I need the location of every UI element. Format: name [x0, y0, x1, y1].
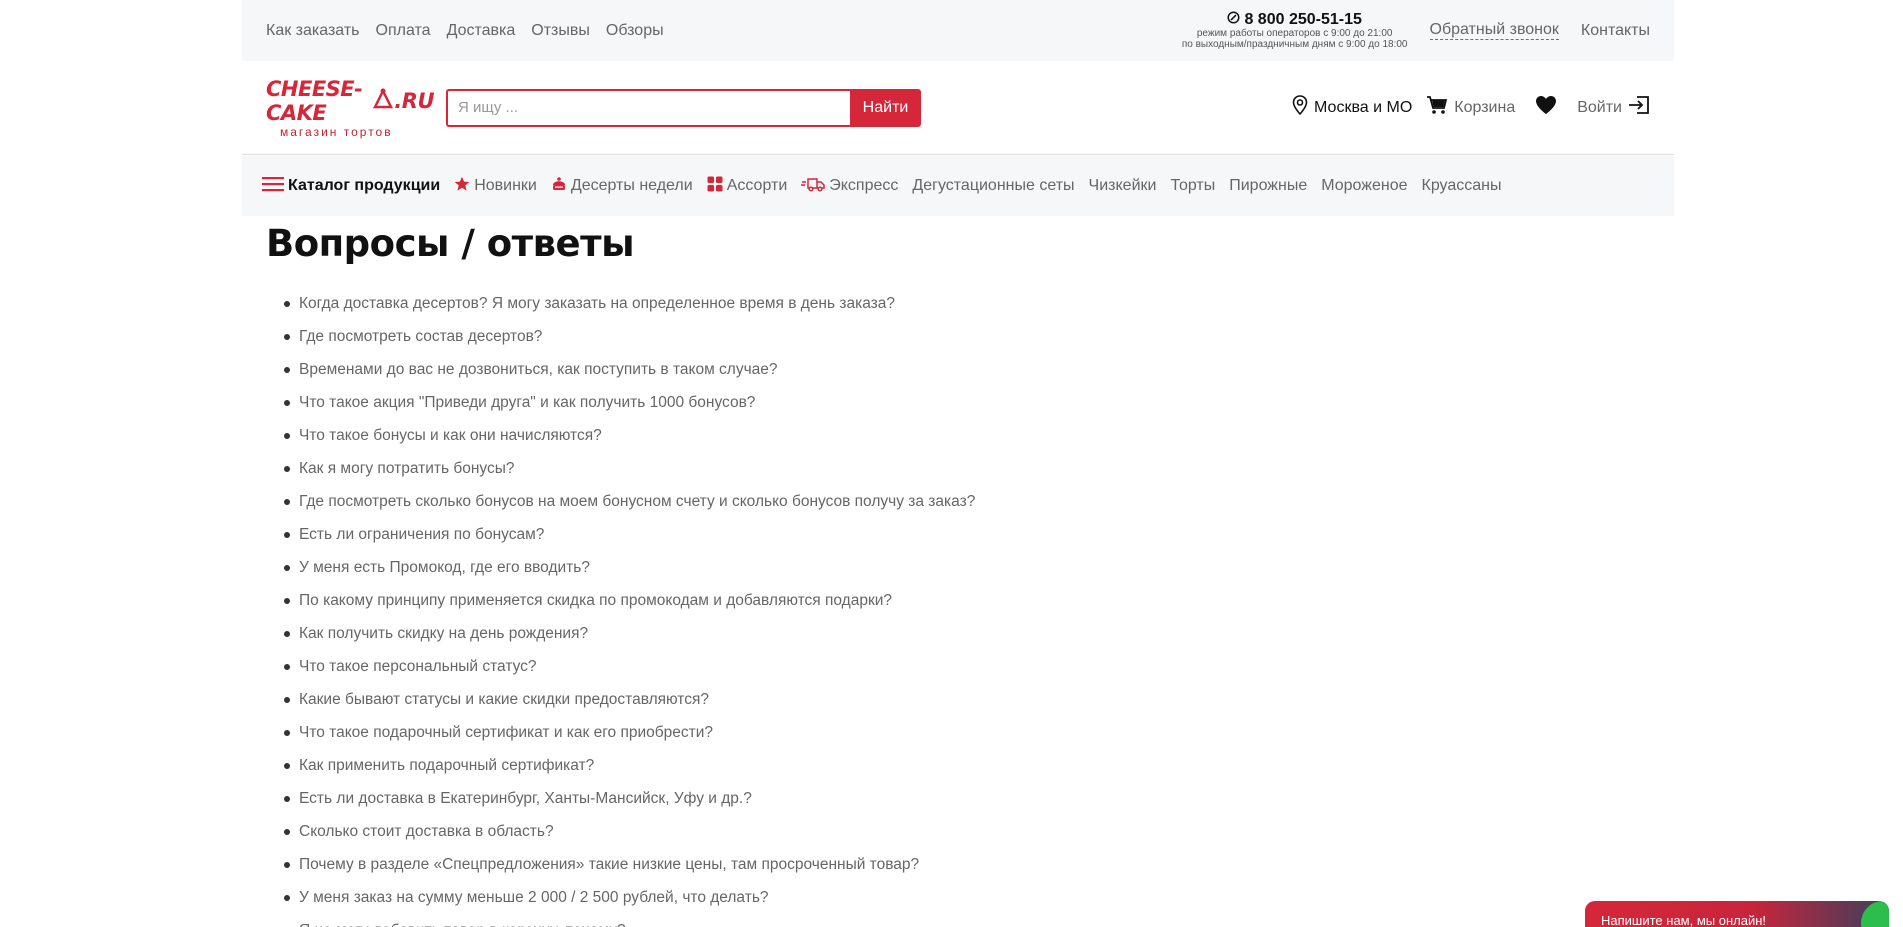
nav-item-new[interactable]: Новинки — [454, 176, 537, 197]
faq-question[interactable]: Сколько стоит доставка в область? — [284, 815, 1650, 848]
nav-item-cakes[interactable]: Торты — [1170, 177, 1215, 195]
nav-item-cheesecakes[interactable]: Чизкейки — [1089, 177, 1157, 195]
top-right: 8 800 250-51-15 режим работы операторов … — [1182, 11, 1650, 51]
nav-item-tasting-sets[interactable]: Дегустационные сеты — [912, 177, 1074, 195]
grid-icon — [707, 176, 723, 197]
hamburger-icon — [262, 176, 284, 197]
login-icon — [1628, 95, 1650, 120]
faq-question[interactable]: Где посмотреть сколько бонусов на моем б… — [284, 485, 1650, 518]
logo-tagline: магазин тортов — [280, 124, 393, 139]
favorites-link[interactable] — [1535, 95, 1557, 120]
nav-item-assorted[interactable]: Ассорти — [707, 176, 788, 197]
nav-item-pastries[interactable]: Пирожные — [1229, 177, 1307, 195]
city-label: Москва и МО — [1314, 98, 1413, 116]
login-link[interactable]: Войти — [1577, 95, 1650, 120]
logo-main-text: CHEESE-CAKE — [266, 76, 363, 125]
faq-question[interactable]: Почему в разделе «Спецпредложения» такие… — [284, 848, 1650, 881]
catalog-label: Каталог продукции — [288, 177, 441, 194]
chat-widget[interactable]: Напишите нам, мы онлайн! — [1585, 901, 1889, 927]
header-right: Москва и МО Корзина Войти — [1292, 95, 1650, 120]
nav-item-express[interactable]: Экспресс — [801, 176, 898, 197]
star-icon — [454, 176, 470, 197]
faq-question[interactable]: Где посмотреть состав десертов? — [284, 320, 1650, 353]
faq-question[interactable]: У меня есть Промокод, где его вводить? — [284, 551, 1650, 584]
callback-link[interactable]: Обратный звонок — [1429, 21, 1559, 40]
faq-question[interactable]: Как получить скидку на день рождения? — [284, 617, 1650, 650]
page-title: Вопросы / ответы — [266, 222, 635, 265]
faq-question[interactable]: По какому принципу применяется скидка по… — [284, 584, 1650, 617]
chat-label: Напишите нам, мы онлайн! — [1601, 913, 1767, 927]
cake-icon — [373, 87, 394, 114]
nav-item-label: Новинки — [474, 177, 537, 194]
cart-icon — [1426, 95, 1448, 120]
online-status-icon — [1861, 901, 1889, 927]
nav-item-label: Десерты недели — [570, 177, 693, 194]
nav-item-croissants[interactable]: Круассаны — [1422, 177, 1502, 195]
heart-icon — [1535, 95, 1557, 120]
nav-item-weekly-desserts[interactable]: Десерты недели — [551, 176, 693, 197]
faq-question[interactable]: Есть ли доставка в Екатеринбург, Ханты-М… — [284, 782, 1650, 815]
dessert-icon — [551, 176, 567, 197]
contacts-link[interactable]: Контакты — [1581, 22, 1650, 40]
faq-question[interactable]: Что такое персональный статус? — [284, 650, 1650, 683]
phone-link[interactable]: 8 800 250-51-15 — [1182, 11, 1408, 29]
nav-item-label: Экспресс — [829, 177, 899, 194]
faq-question[interactable]: Как я могу потратить бонусы? — [284, 452, 1650, 485]
top-nav-how-to-order[interactable]: Как заказать — [266, 22, 360, 40]
top-nav-overviews[interactable]: Обзоры — [606, 22, 664, 40]
faq-question[interactable]: Что такое акция "Приведи друга" и как по… — [284, 386, 1650, 419]
catalog-menu-button[interactable]: Каталог продукции — [262, 176, 440, 197]
delivery-truck-icon — [801, 176, 825, 197]
cart-link[interactable]: Корзина — [1426, 95, 1515, 120]
faq-question[interactable]: У меня заказ на сумму меньше 2 000 / 2 5… — [284, 881, 1650, 914]
top-nav-delivery[interactable]: Доставка — [447, 22, 516, 40]
cart-label: Корзина — [1454, 98, 1516, 116]
top-bar: Как заказать Оплата Доставка Отзывы Обзо… — [242, 0, 1674, 61]
faq-question[interactable]: Есть ли ограничения по бонусам? — [284, 518, 1650, 551]
city-selector[interactable]: Москва и МО — [1292, 95, 1412, 120]
faq-question[interactable]: Что такое подарочный сертификат и как ег… — [284, 716, 1650, 749]
top-nav: Как заказать Оплата Доставка Отзывы Обзо… — [266, 22, 664, 40]
top-nav-payment[interactable]: Оплата — [376, 22, 431, 40]
search-form: Найти — [446, 88, 921, 127]
operator-hours: режим работы операторов с 9:00 до 21:00 — [1196, 28, 1393, 40]
faq-question[interactable]: Я не могу добавить товар в корзину, поче… — [284, 914, 1650, 927]
top-nav-reviews[interactable]: Отзывы — [531, 22, 590, 40]
location-pin-icon — [1292, 95, 1308, 120]
faq-question[interactable]: Какие бывают статусы и какие скидки пред… — [284, 683, 1650, 716]
faq-question[interactable]: Что такое бонусы и как они начисляются? — [284, 419, 1650, 452]
phone-icon — [1227, 11, 1240, 29]
faq-question[interactable]: Как применить подарочный сертификат? — [284, 749, 1650, 782]
phone-number: 8 800 250-51-15 — [1244, 10, 1362, 28]
logo-wordmark: CHEESE-CAKE .RU — [266, 77, 434, 125]
login-label: Войти — [1577, 98, 1622, 116]
nav-item-ice-cream[interactable]: Мороженое — [1321, 177, 1407, 195]
faq-question[interactable]: Временами до вас не дозвониться, как пос… — [284, 353, 1650, 386]
faq-question[interactable]: Когда доставка десертов? Я могу заказать… — [284, 287, 1650, 320]
weekend-hours: по выходным/праздничным дням с 9:00 до 1… — [1181, 39, 1408, 51]
main-content: Вопросы / ответы Когда доставка десертов… — [242, 216, 1674, 927]
category-nav: Каталог продукции Новинки Десерты недели… — [242, 156, 1674, 216]
search-button[interactable]: Найти — [850, 88, 921, 127]
logo[interactable]: CHEESE-CAKE .RU магазин тортов — [266, 77, 434, 139]
faq-list: Когда доставка десертов? Я могу заказать… — [266, 287, 1650, 927]
logo-tld-text: .RU — [394, 88, 434, 113]
search-input[interactable] — [446, 88, 850, 127]
phone-block: 8 800 250-51-15 режим работы операторов … — [1182, 11, 1408, 51]
header: CHEESE-CAKE .RU магазин тортов Найти Мос… — [242, 61, 1674, 155]
nav-item-label: Ассорти — [726, 177, 788, 194]
